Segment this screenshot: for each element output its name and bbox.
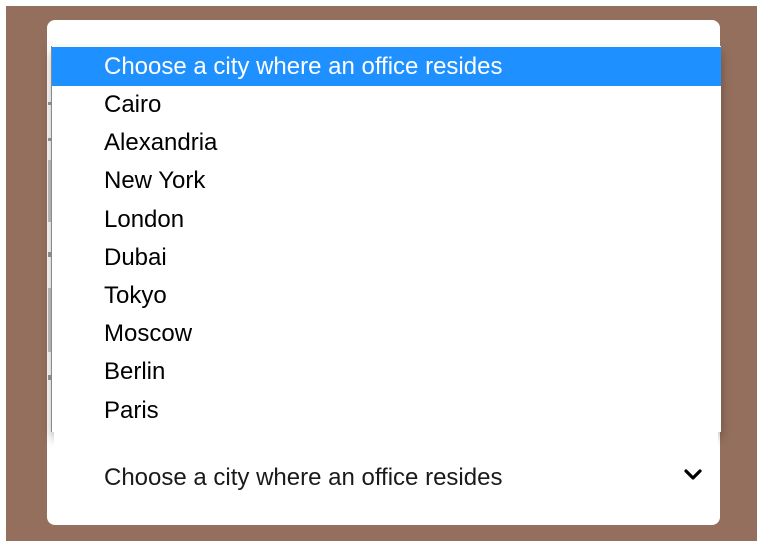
- option-alexandria[interactable]: Alexandria: [52, 124, 721, 162]
- option-paris[interactable]: Paris: [52, 392, 721, 430]
- option-berlin[interactable]: Berlin: [52, 353, 721, 391]
- chevron-down-icon[interactable]: [683, 468, 703, 482]
- city-select-value: Choose a city where an office resides: [104, 464, 503, 491]
- option-tokyo[interactable]: Tokyo: [52, 277, 721, 315]
- option-cairo[interactable]: Cairo: [52, 86, 721, 124]
- option-london[interactable]: London: [52, 201, 721, 239]
- option-new-york[interactable]: New York: [52, 162, 721, 200]
- city-options-list[interactable]: Choose a city where an office resides Ca…: [51, 46, 721, 432]
- option-moscow[interactable]: Moscow: [52, 315, 721, 353]
- option-placeholder[interactable]: Choose a city where an office resides: [52, 47, 721, 86]
- city-select[interactable]: Choose a city where an office resides: [54, 432, 718, 524]
- option-dubai[interactable]: Dubai: [52, 239, 721, 277]
